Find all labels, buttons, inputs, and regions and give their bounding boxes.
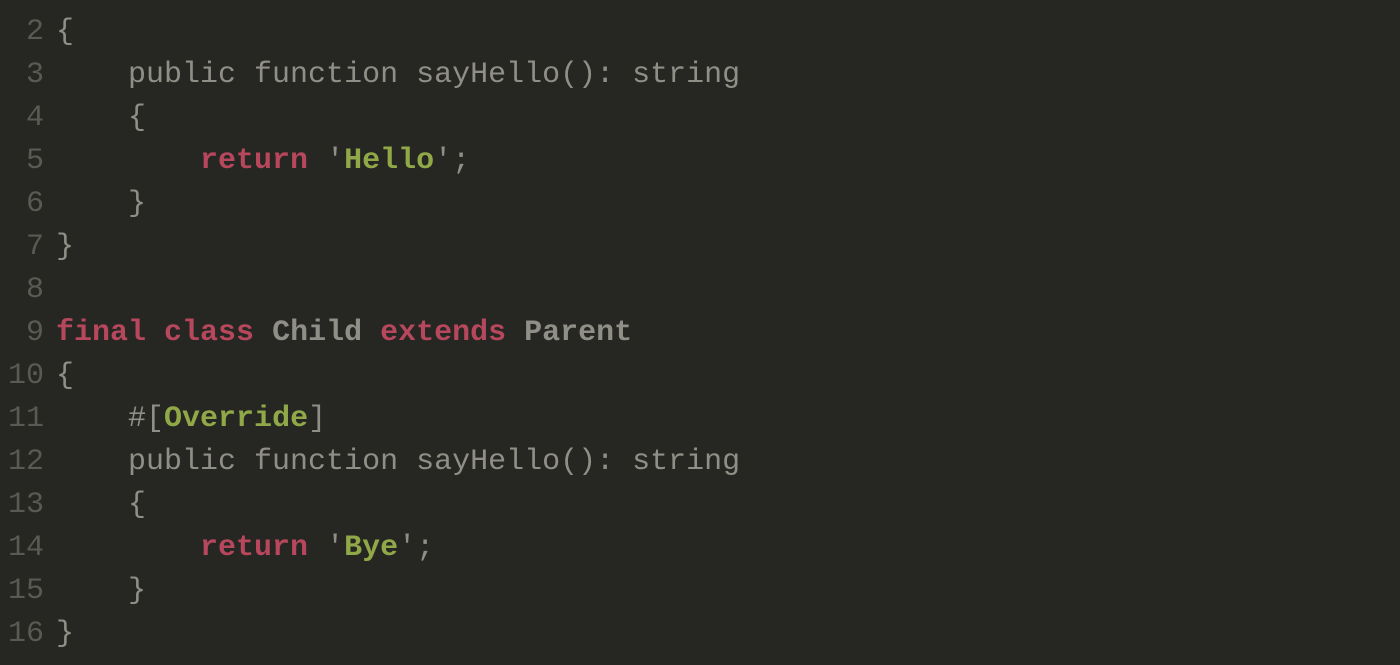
token: Parent xyxy=(326,0,434,11)
token: ' xyxy=(308,140,344,183)
code-line[interactable]: } xyxy=(56,613,1400,656)
token: } xyxy=(56,226,74,269)
line-number: 12 xyxy=(8,441,44,484)
line-number: 13 xyxy=(8,484,44,527)
code-line[interactable]: final class Child extends Parent xyxy=(56,312,1400,355)
code-line[interactable]: { xyxy=(56,355,1400,398)
code-line[interactable]: abstract class Parent xyxy=(56,0,1400,11)
token: abstract xyxy=(56,0,200,11)
token xyxy=(56,140,200,183)
line-number: 7 xyxy=(8,226,44,269)
token: { xyxy=(56,11,74,54)
token: class xyxy=(218,0,308,11)
token: { xyxy=(56,355,74,398)
token: { xyxy=(56,484,146,527)
code-line[interactable]: public function sayHello(): string xyxy=(56,54,1400,97)
token: final xyxy=(56,312,146,355)
code-area[interactable]: abstract class Parent{ public function s… xyxy=(56,0,1400,633)
token: extends xyxy=(380,312,506,355)
code-line[interactable]: #[Override] xyxy=(56,398,1400,441)
code-line[interactable]: return 'Bye'; xyxy=(56,527,1400,570)
code-line[interactable]: { xyxy=(56,11,1400,54)
line-number: 1 xyxy=(8,0,44,11)
token: Hello xyxy=(344,140,434,183)
token: Override xyxy=(164,398,308,441)
line-number: 14 xyxy=(8,527,44,570)
token xyxy=(200,0,218,11)
code-line[interactable]: } xyxy=(56,570,1400,613)
code-editor[interactable]: 12345678910111213141516 abstract class P… xyxy=(0,0,1400,633)
token: ] xyxy=(308,398,326,441)
code-line[interactable]: { xyxy=(56,484,1400,527)
code-line[interactable]: } xyxy=(56,226,1400,269)
token: class xyxy=(164,312,254,355)
token: #[ xyxy=(56,398,164,441)
token xyxy=(254,312,272,355)
code-line[interactable] xyxy=(56,269,1400,312)
token xyxy=(146,312,164,355)
line-number: 8 xyxy=(8,269,44,312)
token: { xyxy=(56,97,146,140)
token: public function sayHello(): string xyxy=(56,441,740,484)
token: ' xyxy=(308,527,344,570)
token xyxy=(362,312,380,355)
line-number: 2 xyxy=(8,11,44,54)
line-number: 10 xyxy=(8,355,44,398)
token: Parent xyxy=(524,312,632,355)
token: } xyxy=(56,570,146,613)
token: Child xyxy=(272,312,362,355)
token: } xyxy=(56,183,146,226)
code-line[interactable]: public function sayHello(): string xyxy=(56,441,1400,484)
token: '; xyxy=(434,140,470,183)
token: } xyxy=(56,613,74,656)
code-line[interactable]: return 'Hello'; xyxy=(56,140,1400,183)
token: return xyxy=(200,527,308,570)
line-number: 15 xyxy=(8,570,44,613)
token xyxy=(308,0,326,11)
line-number: 5 xyxy=(8,140,44,183)
line-number: 6 xyxy=(8,183,44,226)
token: Bye xyxy=(344,527,398,570)
line-number: 4 xyxy=(8,97,44,140)
line-number: 9 xyxy=(8,312,44,355)
token: '; xyxy=(398,527,434,570)
code-line[interactable]: } xyxy=(56,183,1400,226)
token: public function sayHello(): string xyxy=(56,54,740,97)
line-number-gutter: 12345678910111213141516 xyxy=(0,0,56,633)
code-line[interactable]: { xyxy=(56,97,1400,140)
token xyxy=(506,312,524,355)
token: return xyxy=(200,140,308,183)
line-number: 16 xyxy=(8,613,44,656)
token xyxy=(56,527,200,570)
line-number: 3 xyxy=(8,54,44,97)
line-number: 11 xyxy=(8,398,44,441)
